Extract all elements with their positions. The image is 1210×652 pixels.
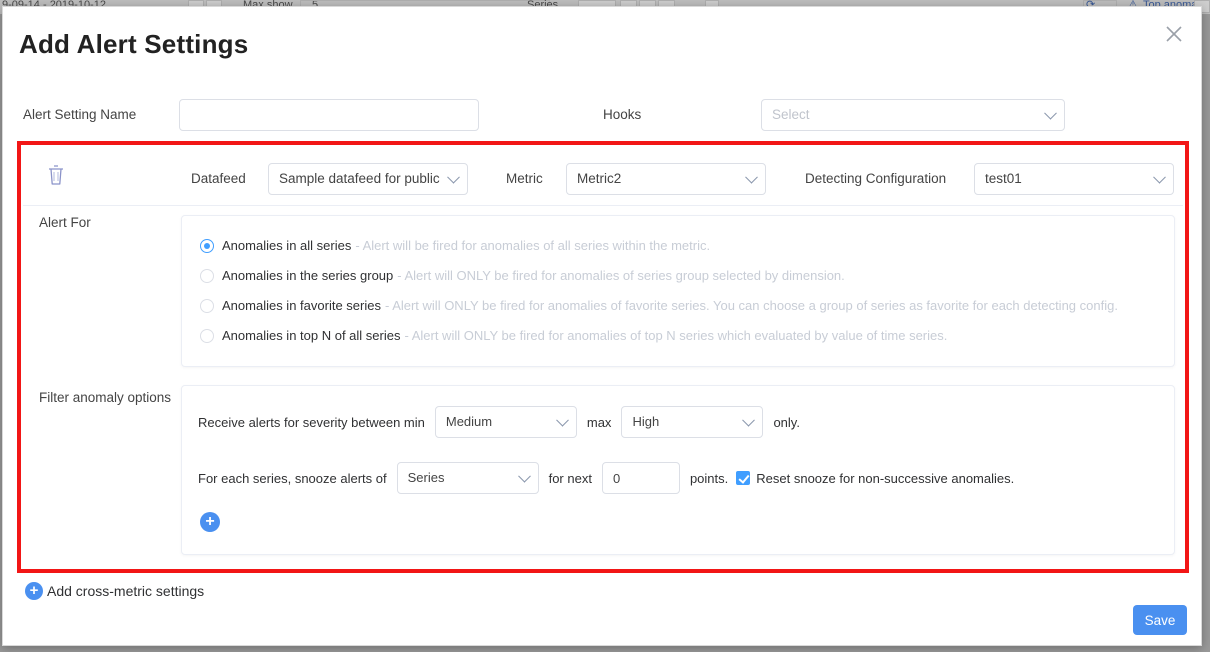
hooks-label: Hooks bbox=[603, 99, 641, 131]
chevron-down-icon bbox=[447, 171, 460, 184]
radio-label: Anomalies in all series bbox=[222, 238, 351, 253]
close-icon[interactable] bbox=[1161, 21, 1187, 47]
add-cross-metric-settings-label: Add cross-metric settings bbox=[47, 583, 204, 599]
radio-indicator[interactable] bbox=[200, 239, 214, 253]
alert-setting-name-label: Alert Setting Name bbox=[23, 99, 136, 131]
datafeed-label: Datafeed bbox=[191, 163, 246, 195]
severity-max-select[interactable]: High bbox=[621, 406, 763, 438]
severity-suffix-label: only. bbox=[773, 415, 800, 430]
reset-snooze-checkbox[interactable] bbox=[736, 471, 750, 485]
page-title: Add Alert Settings bbox=[19, 29, 248, 60]
chevron-down-icon bbox=[1044, 107, 1057, 120]
detecting-configuration-select[interactable]: test01 bbox=[974, 163, 1174, 195]
alert-for-panel: Anomalies in all series - Alert will be … bbox=[181, 215, 1175, 367]
detecting-configuration-label: Detecting Configuration bbox=[805, 163, 946, 195]
radio-label: Anomalies in the series group bbox=[222, 268, 393, 283]
hooks-select[interactable]: Select bbox=[761, 99, 1065, 131]
chevron-down-icon bbox=[556, 414, 569, 427]
chevron-down-icon bbox=[743, 414, 756, 427]
severity-max-label: max bbox=[587, 415, 612, 430]
snooze-points-input[interactable] bbox=[602, 462, 680, 494]
radio-option-all-series[interactable]: Anomalies in all series - Alert will be … bbox=[200, 238, 710, 253]
trash-icon[interactable] bbox=[45, 163, 67, 187]
section-divider bbox=[23, 205, 1183, 206]
radio-indicator[interactable] bbox=[200, 269, 214, 283]
chevron-down-icon bbox=[518, 470, 531, 483]
radio-description: - Alert will ONLY be fired for anomalies… bbox=[397, 268, 845, 283]
plus-circle-icon[interactable] bbox=[200, 512, 220, 532]
snooze-for-next-label: for next bbox=[549, 471, 592, 486]
severity-min-select[interactable]: Medium bbox=[435, 406, 577, 438]
severity-min-value: Medium bbox=[446, 414, 492, 429]
datafeed-select[interactable]: Sample datafeed for public bbox=[268, 163, 468, 195]
radio-option-favorite-series[interactable]: Anomalies in favorite series - Alert wil… bbox=[200, 298, 1118, 313]
radio-label: Anomalies in favorite series bbox=[222, 298, 381, 313]
metric-select-value: Metric2 bbox=[577, 171, 621, 186]
radio-indicator[interactable] bbox=[200, 329, 214, 343]
alert-name-row: Alert Setting Name Hooks Select bbox=[3, 99, 1203, 133]
chevron-down-icon bbox=[745, 171, 758, 184]
filter-anomaly-options-panel: Receive alerts for severity between min … bbox=[181, 385, 1175, 555]
detecting-configuration-value: test01 bbox=[985, 171, 1022, 186]
radio-description: - Alert will ONLY be fired for anomalies… bbox=[404, 328, 947, 343]
metric-selection-row: Datafeed Sample datafeed for public Metr… bbox=[23, 149, 1183, 207]
hooks-select-value: Select bbox=[772, 107, 810, 122]
snooze-filter-row: For each series, snooze alerts of Series… bbox=[198, 462, 1014, 494]
radio-description: - Alert will ONLY be fired for anomalies… bbox=[385, 298, 1118, 313]
alert-for-label: Alert For bbox=[39, 215, 95, 230]
save-button[interactable]: Save bbox=[1133, 605, 1187, 635]
snooze-unit-label: points. bbox=[690, 471, 728, 486]
snooze-scope-select[interactable]: Series bbox=[397, 462, 539, 494]
radio-description: - Alert will be fired for anomalies of a… bbox=[355, 238, 710, 253]
snooze-scope-value: Series bbox=[408, 470, 445, 485]
severity-prefix-label: Receive alerts for severity between min bbox=[198, 415, 425, 430]
radio-label: Anomalies in top N of all series bbox=[222, 328, 400, 343]
radio-option-series-group[interactable]: Anomalies in the series group - Alert wi… bbox=[200, 268, 845, 283]
filter-anomaly-options-label: Filter anomaly options bbox=[39, 390, 175, 405]
alert-setting-name-input[interactable] bbox=[179, 99, 479, 131]
add-cross-metric-settings-button[interactable]: Add cross-metric settings bbox=[25, 582, 204, 600]
snooze-prefix-label: For each series, snooze alerts of bbox=[198, 471, 387, 486]
radio-indicator[interactable] bbox=[200, 299, 214, 313]
radio-option-top-n-series[interactable]: Anomalies in top N of all series - Alert… bbox=[200, 328, 947, 343]
plus-circle-icon bbox=[25, 582, 43, 600]
reset-snooze-label: Reset snooze for non-successive anomalie… bbox=[756, 471, 1014, 486]
add-alert-settings-dialog: Add Alert Settings Alert Setting Name Ho… bbox=[2, 6, 1202, 646]
datafeed-select-value: Sample datafeed for public bbox=[279, 171, 440, 186]
chevron-down-icon bbox=[1153, 171, 1166, 184]
metric-select[interactable]: Metric2 bbox=[566, 163, 766, 195]
severity-max-value: High bbox=[632, 414, 659, 429]
metric-label: Metric bbox=[506, 163, 543, 195]
severity-filter-row: Receive alerts for severity between min … bbox=[198, 406, 800, 438]
